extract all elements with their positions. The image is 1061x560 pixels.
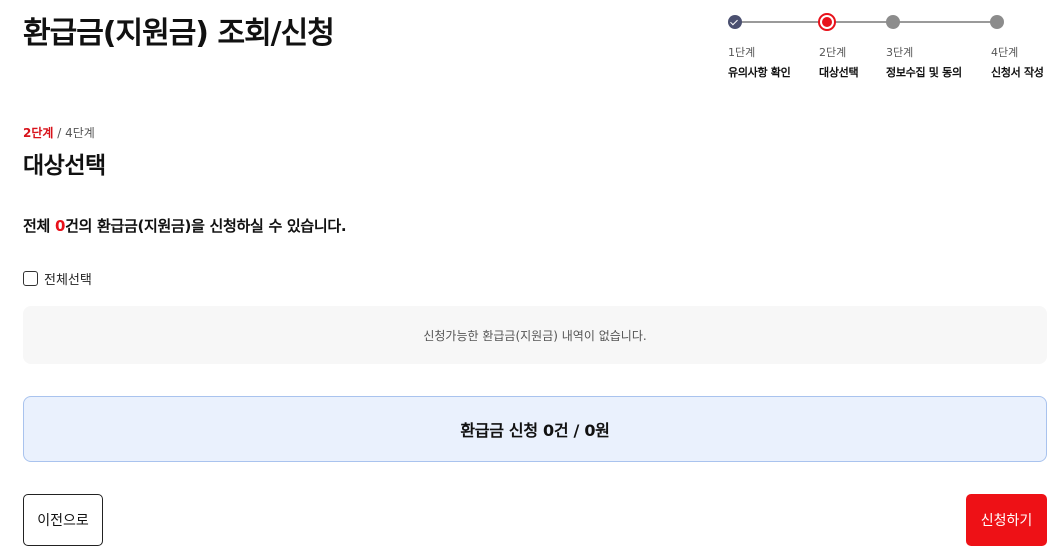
select-all-checkbox-box[interactable] [23,270,38,286]
total-summary-text: 환급금 신청 0건 / 0원 [460,421,610,440]
select-all-checkbox[interactable]: 전체선택 [23,269,92,288]
step-3-dot-icon [886,15,900,29]
progress-stepper: 1단계 2단계 3단계 4단계 유의사항 확인 대상선택 정보수집 및 동의 신… [0,0,1061,90]
step-4-label: 신청서 작성 [991,66,1044,79]
step-1-number: 1단계 [728,46,756,59]
step-line-3-4 [898,21,992,23]
section-title: 대상선택 [23,153,106,179]
page: 환급금(지원금) 조회/신청 1단계 2단계 3단계 4단계 유의사항 확인 대… [0,0,1061,560]
step-3-number: 3단계 [886,46,914,59]
step-2-current-icon [818,13,836,31]
total-summary-box: 환급금 신청 0건 / 0원 [23,396,1047,462]
summary-count: 0 [54,217,66,235]
step-2-label: 대상선택 [819,66,859,79]
step-indicator-total: / 4단계 [53,126,95,140]
step-2-number: 2단계 [819,46,847,59]
step-1-label: 유의사항 확인 [728,66,791,79]
step-indicator-current: 2단계 [23,126,54,140]
select-all-label: 전체선택 [44,272,92,288]
step-line-1-2 [741,21,821,23]
step-4-dot-icon [990,15,1004,29]
empty-list-message: 신청가능한 환급금(지원금) 내역이 없습니다. [23,306,1047,364]
prev-button[interactable]: 이전으로 [23,494,103,546]
summary-text: 전체 0건의 환급금(지원금)을 신청하실 수 있습니다. [23,215,347,236]
apply-button[interactable]: 신청하기 [966,494,1047,546]
summary-suffix: 건의 환급금(지원금)을 신청하실 수 있습니다. [65,217,347,235]
step-line-2-3 [835,21,887,23]
step-1-check-icon [728,15,742,29]
step-indicator: 2단계 / 4단계 [23,124,95,141]
summary-prefix: 전체 [23,217,55,235]
step-4-number: 4단계 [991,46,1019,59]
step-3-label: 정보수집 및 동의 [886,66,962,79]
